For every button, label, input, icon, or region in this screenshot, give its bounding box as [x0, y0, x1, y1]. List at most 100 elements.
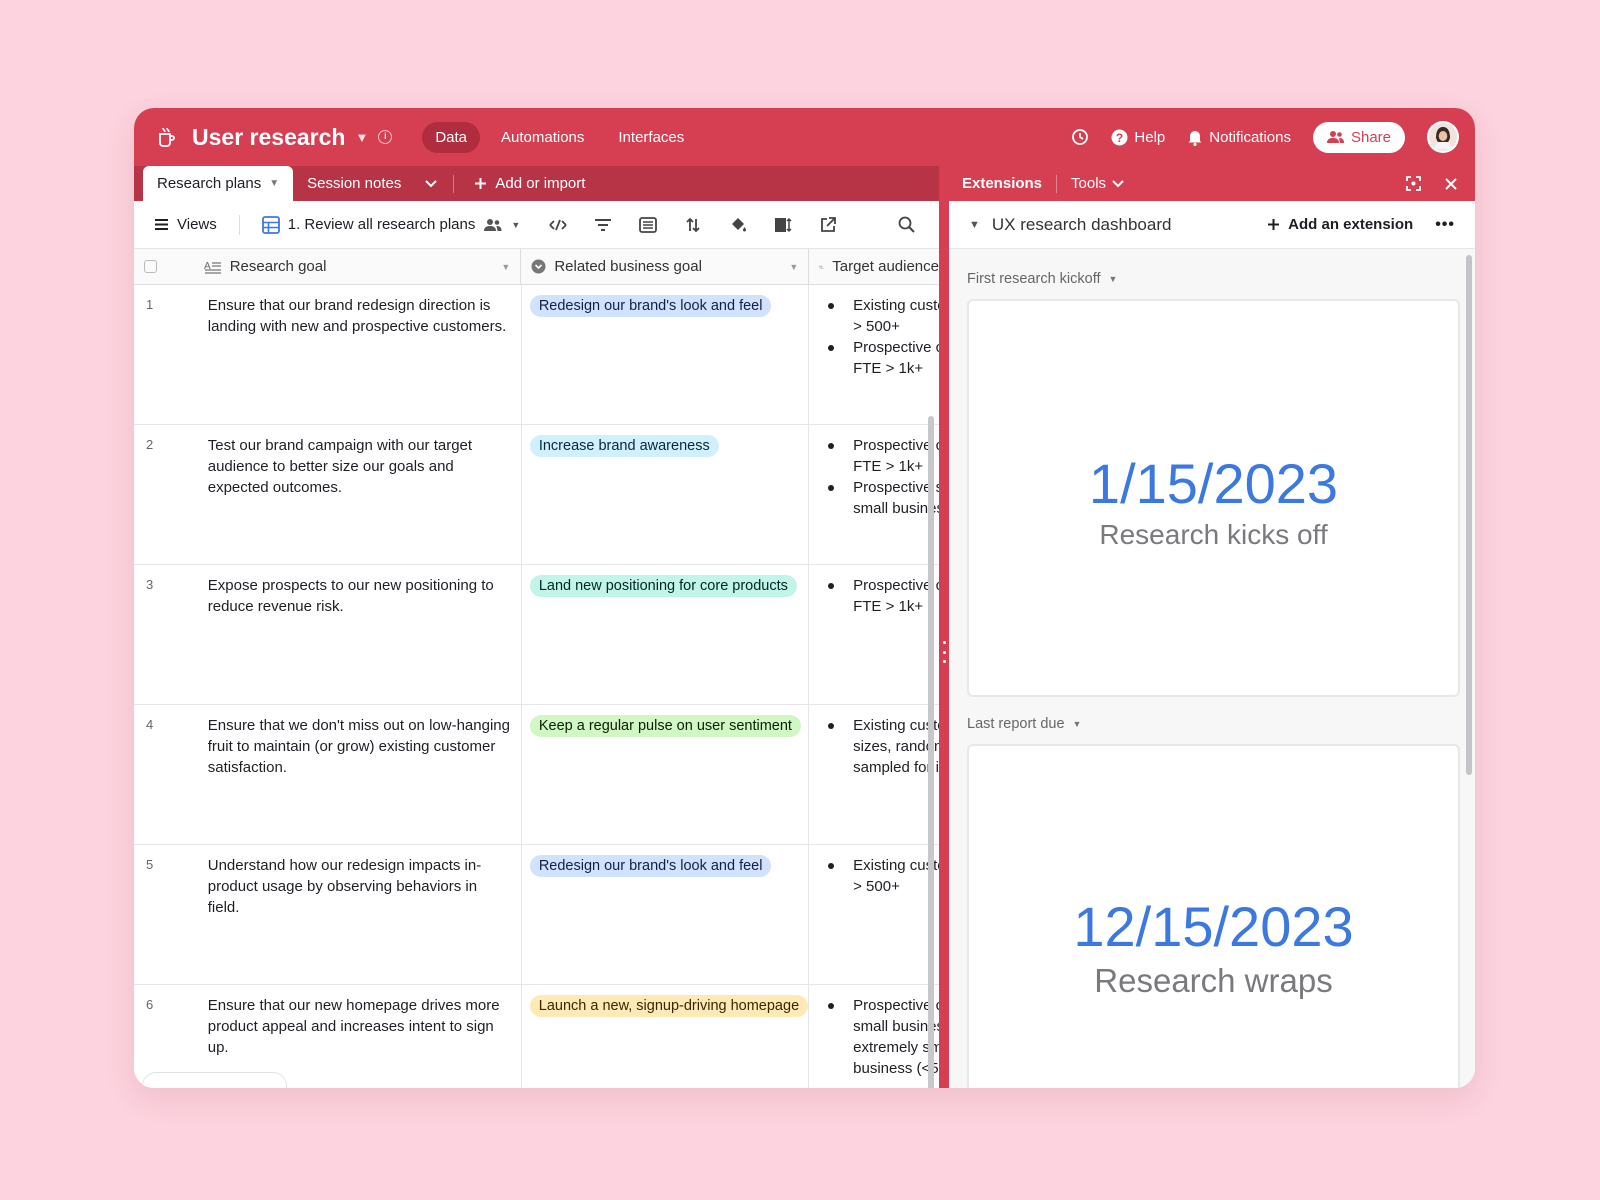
views-button[interactable]: Views	[154, 216, 217, 233]
business-goal-cell[interactable]: Keep a regular pulse on user sentiment	[522, 705, 810, 844]
business-goal-cell[interactable]: Increase brand awareness	[522, 425, 810, 564]
divider	[1056, 174, 1058, 193]
drag-handle-icon[interactable]	[942, 641, 946, 663]
target-audience-cell[interactable]: Existing custo > 500+ Prospective c FTE > …	[809, 285, 939, 424]
widget-label[interactable]: Last report due ▼	[967, 716, 1081, 732]
info-icon[interactable]: i	[378, 130, 393, 144]
help-button[interactable]: ? Help	[1111, 129, 1165, 146]
widget-date: 12/15/2023	[1073, 895, 1354, 958]
caret-down-icon[interactable]: ▼	[789, 262, 798, 272]
caret-down-icon[interactable]: ▼	[501, 262, 510, 272]
row-number: 3	[146, 577, 154, 592]
target-audience-cell[interactable]: Prospective c FTE > 1k+ Prospective s smal…	[809, 425, 939, 564]
widget-label-text: Last report due	[967, 716, 1065, 732]
extensions-pane: Extensions Tools ▼ UX research dashboard…	[949, 166, 1475, 1088]
date-widget-card[interactable]: 1/15/2023 Research kicks off	[967, 299, 1460, 697]
date-widget-card[interactable]: 12/15/2023 Research wraps	[967, 744, 1460, 1088]
grid-view-icon	[261, 215, 280, 234]
more-tables-button[interactable]	[415, 166, 447, 201]
caret-down-icon[interactable]: ▼	[1073, 719, 1082, 729]
audience-item: Existing custo > 500+	[825, 295, 939, 337]
audience-line: Prospective c	[853, 997, 939, 1014]
share-view-icon[interactable]	[818, 215, 838, 235]
business-goal-cell[interactable]: Launch a new, signup-driving homepage	[522, 985, 810, 1088]
chevron-down-icon[interactable]: ▼	[355, 130, 368, 145]
hide-fields-icon[interactable]	[548, 215, 568, 235]
dashboard-name[interactable]: UX research dashboard	[992, 215, 1172, 235]
research-goal-cell[interactable]: Test our brand campaign with our target …	[194, 425, 522, 564]
sort-icon[interactable]	[683, 215, 703, 235]
add-record-bar[interactable]	[142, 1072, 287, 1088]
business-goal-cell[interactable]: Land new positioning for core products	[522, 565, 810, 704]
pane-resize-handle[interactable]	[939, 166, 949, 1088]
extensions-actions	[1406, 176, 1457, 191]
table-row[interactable]: 5 Understand how our redesign impacts in…	[134, 845, 939, 985]
grid-rows: 1 Ensure that our brand redesign directi…	[134, 285, 939, 1088]
collapse-triangle-icon[interactable]: ▼	[969, 219, 980, 231]
base-logo-icon[interactable]	[154, 125, 178, 149]
widget-label[interactable]: First research kickoff ▼	[967, 271, 1117, 287]
avatar[interactable]	[1427, 121, 1459, 153]
target-audience-cell[interactable]: Prospective c small busines extremely sm bu…	[809, 985, 939, 1088]
nav-data[interactable]: Data	[422, 121, 481, 153]
filter-icon[interactable]	[593, 215, 613, 235]
svg-text:Ab: Ab	[819, 264, 823, 268]
nav-interfaces[interactable]: Interfaces	[605, 122, 697, 153]
close-icon[interactable]	[1445, 177, 1457, 190]
dashboard-body: First research kickoff ▼ 1/15/2023 Resea…	[949, 249, 1475, 1088]
color-icon[interactable]	[728, 215, 748, 235]
business-goal-pill: Increase brand awareness	[529, 435, 719, 457]
nav-automations[interactable]: Automations	[488, 122, 597, 153]
target-audience-cell[interactable]: Prospective c FTE > 1k+	[809, 565, 939, 704]
notifications-button[interactable]: Notifications	[1187, 129, 1291, 146]
caret-down-icon[interactable]: ▼	[1109, 274, 1118, 284]
business-goal-pill: Keep a regular pulse on user sentiment	[529, 715, 801, 737]
chevron-down-icon[interactable]: ▼	[269, 178, 279, 189]
audience-line: extremely sm	[853, 1039, 939, 1056]
table-row[interactable]: 3 Expose prospects to our new positionin…	[134, 565, 939, 705]
share-button[interactable]: Share	[1312, 121, 1405, 153]
column-header-related-business-goal[interactable]: Related business goal ▼	[521, 249, 810, 284]
business-goal-pill: Redesign our brand's look and feel	[529, 295, 772, 317]
audience-line: Prospective s	[853, 479, 939, 496]
fullscreen-icon[interactable]	[1406, 176, 1421, 191]
research-goal-cell[interactable]: Expose prospects to our new positioning …	[194, 565, 522, 704]
vertical-scrollbar[interactable]	[928, 416, 934, 1088]
research-goal-cell[interactable]: Ensure that we don't miss out on low-han…	[194, 705, 522, 844]
plus-icon	[475, 178, 487, 189]
share-label: Share	[1350, 128, 1391, 146]
caret-down-icon[interactable]: ▼	[511, 220, 520, 230]
grid-header: A Research goal ▼ Related business goal …	[134, 249, 939, 285]
business-goal-pill: Redesign our brand's look and feel	[529, 855, 772, 877]
table-row[interactable]: 1 Ensure that our brand redesign directi…	[134, 285, 939, 425]
table-row[interactable]: 4 Ensure that we don't miss out on low-h…	[134, 705, 939, 845]
top-bar: User research ▼ i Data Automations Inter…	[134, 108, 1475, 166]
row-height-icon[interactable]	[773, 215, 793, 235]
tab-session-notes[interactable]: Session notes	[293, 166, 415, 201]
tab-research-plans[interactable]: Research plans ▼	[143, 166, 294, 201]
research-goal-cell[interactable]: Understand how our redesign impacts in-p…	[194, 845, 522, 984]
group-icon[interactable]	[638, 215, 658, 235]
add-extension-button[interactable]: Add an extension	[1267, 216, 1413, 233]
business-goal-cell[interactable]: Redesign our brand's look and feel	[522, 285, 810, 424]
table-row[interactable]: 2 Test our brand campaign with our targe…	[134, 425, 939, 565]
svg-text:?: ?	[1116, 131, 1123, 145]
add-import-button[interactable]: Add or import	[460, 166, 599, 201]
extensions-title[interactable]: Extensions	[962, 175, 1042, 192]
column-header-target-audience[interactable]: Ab Target audience	[809, 249, 939, 284]
tools-menu[interactable]: Tools	[1071, 175, 1124, 192]
target-audience-cell[interactable]: Existing custo sizes, random sampled for i	[809, 705, 939, 844]
history-button[interactable]	[1071, 128, 1089, 146]
column-header-research-goal[interactable]: A Research goal ▼	[194, 249, 522, 284]
business-goal-cell[interactable]: Redesign our brand's look and feel	[522, 845, 810, 984]
base-title[interactable]: User research	[192, 124, 345, 151]
research-goal-cell[interactable]: Ensure that our brand redesign direction…	[194, 285, 522, 424]
main-nav: Data Automations Interfaces	[422, 121, 697, 153]
more-options-icon[interactable]: •••	[1435, 216, 1455, 234]
vertical-scrollbar[interactable]	[1466, 255, 1472, 775]
select-all-checkbox[interactable]	[144, 260, 157, 273]
search-icon[interactable]	[896, 215, 916, 235]
view-switcher[interactable]: 1. Review all research plans ▼	[261, 215, 520, 234]
target-audience-cell[interactable]: Existing custo > 500+	[809, 845, 939, 984]
widget-caption: Research wraps	[1094, 962, 1333, 999]
